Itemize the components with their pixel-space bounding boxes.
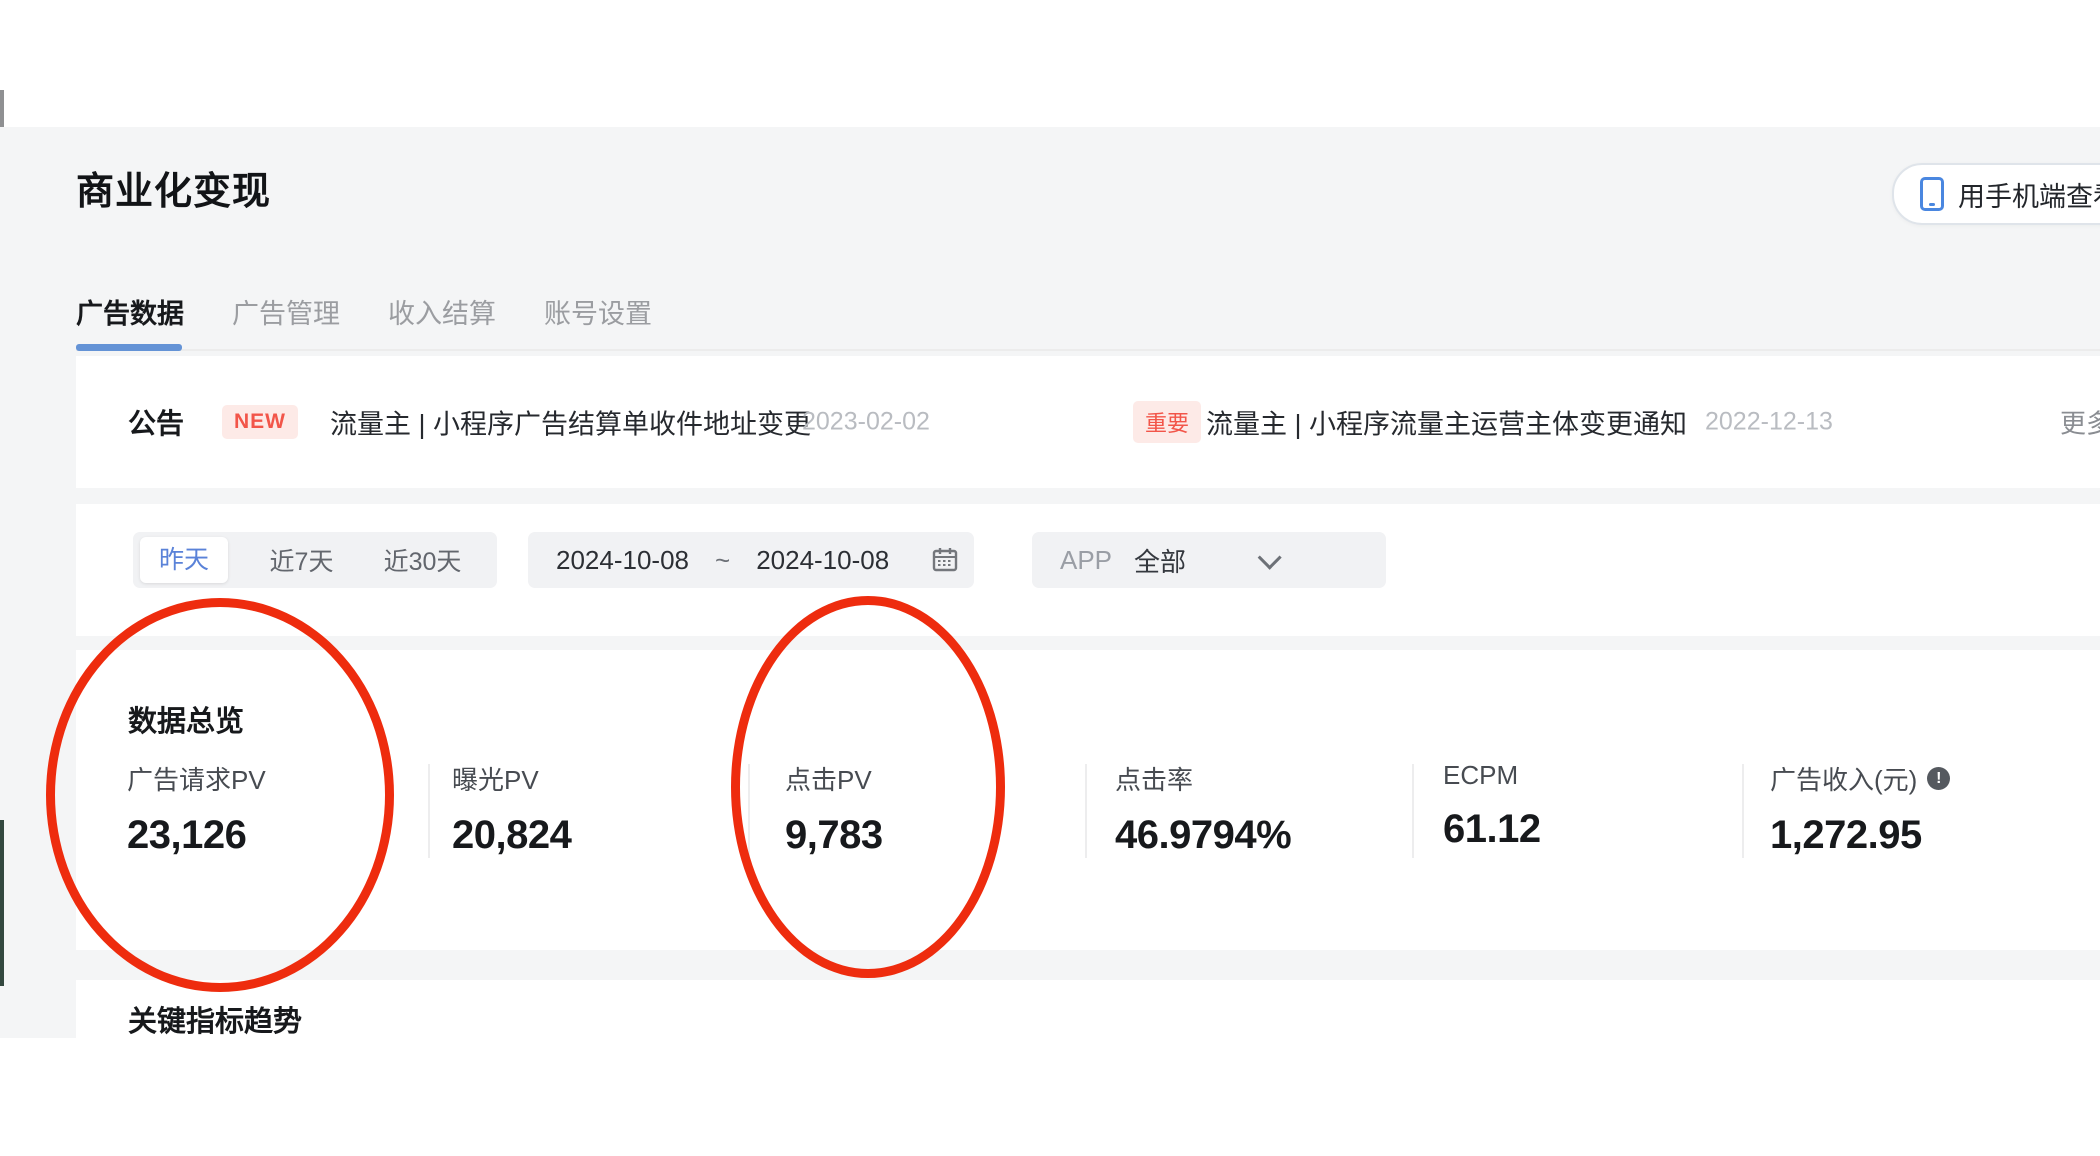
metric-label: ECPM [1443, 760, 1519, 790]
metric-ad-revenue: 广告收入(元) ! 1,272.95 [1770, 760, 1951, 858]
metric-label: 点击PV [785, 765, 872, 795]
badge-new: NEW [222, 405, 298, 439]
tab-bar: 广告数据 广告管理 收入结算 账号设置 [76, 292, 652, 331]
metric-divider [1412, 764, 1414, 858]
metric-divider [428, 764, 430, 858]
date-range-picker[interactable]: 2024-10-08 ~ 2024-10-08 [528, 532, 974, 588]
metric-value: 20,824 [452, 813, 572, 857]
chevron-down-icon [1257, 545, 1282, 570]
active-tab-indicator [76, 344, 182, 351]
info-icon[interactable]: ! [1927, 767, 1951, 790]
announcement-date: 2023-02-02 [802, 407, 930, 436]
overview-title: 数据总览 [128, 706, 245, 738]
metric-value: 46.9794% [1115, 813, 1292, 857]
screen-edge-artifact [0, 90, 4, 127]
screen-edge-artifact [0, 820, 4, 986]
app-filter-select[interactable]: APP 全部 [1032, 532, 1386, 588]
announcement-bar: 公告 NEW 流量主 | 小程序广告结算单收件地址变更 2023-02-02 重… [76, 356, 2100, 488]
range-30days-option[interactable]: 近30天 [362, 542, 483, 578]
monetization-dashboard: 商业化变现 用手机端查看数据 广告数据 广告管理 收入结算 账号设置 公告 NE… [0, 0, 2100, 1156]
metric-divider [1742, 764, 1744, 858]
date-range-start: 2024-10-08 [556, 544, 689, 575]
trend-title: 关键指标趋势 [128, 1006, 303, 1038]
tab-revenue-settlement[interactable]: 收入结算 [388, 292, 496, 331]
app-filter-label: APP [1060, 544, 1113, 575]
filter-bar: 昨天 近7天 近30天 2024-10-08 ~ 2024-10-08 APP [76, 504, 2100, 636]
metric-ad-request-pv: 广告请求PV 23,126 [127, 760, 266, 858]
metric-impression-pv: 曝光PV 20,824 [452, 760, 572, 858]
data-overview-card: 数据总览 广告请求PV 23,126 曝光PV 20,824 点击PV 9,78… [76, 650, 2100, 950]
metric-click-rate: 点击率 46.9794% [1115, 760, 1292, 858]
metric-divider [1085, 764, 1087, 858]
metric-label: 点击率 [1115, 765, 1194, 795]
date-range-end: 2024-10-08 [756, 544, 890, 575]
key-trend-section: 关键指标趋势 [76, 980, 2100, 1156]
tab-ad-data[interactable]: 广告数据 [76, 292, 184, 331]
metric-value: 9,783 [785, 813, 883, 857]
more-announcements-link[interactable]: 更多 [2060, 404, 2100, 441]
range-yesterday-option[interactable]: 昨天 [140, 537, 228, 583]
range-7days-option[interactable]: 近7天 [241, 542, 362, 578]
badge-important: 重要 [1133, 401, 1202, 443]
date-quick-range-segmented-control: 昨天 近7天 近30天 [133, 532, 497, 588]
metric-value: 23,126 [127, 813, 247, 857]
date-range-separator: ~ [715, 544, 731, 575]
announcement-link[interactable]: 流量主 | 小程序流量主运营主体变更通知 [1206, 403, 1687, 442]
tab-account-settings[interactable]: 账号设置 [544, 292, 652, 331]
app-filter-value: 全部 [1134, 546, 1187, 577]
announcement-date: 2022-12-13 [1705, 407, 1833, 436]
view-on-mobile-button[interactable]: 用手机端查看数据 [1892, 163, 2100, 225]
announcement-title: 公告 [128, 408, 185, 439]
tabbar-divider [76, 349, 2100, 351]
metric-divider [748, 764, 750, 858]
metric-ecpm: ECPM 61.12 [1443, 760, 1541, 852]
view-on-mobile-label: 用手机端查看数据 [1958, 181, 2100, 212]
calendar-icon [931, 546, 959, 574]
metric-click-pv: 点击PV 9,783 [785, 760, 883, 858]
phone-icon [1920, 177, 1944, 211]
metric-label: 广告收入(元) [1770, 765, 1918, 795]
page-title: 商业化变现 [76, 171, 272, 213]
metric-label: 曝光PV [452, 765, 539, 795]
tab-ad-management[interactable]: 广告管理 [232, 292, 340, 331]
metric-value: 61.12 [1443, 807, 1541, 851]
metric-value: 1,272.95 [1770, 813, 1922, 857]
announcement-link[interactable]: 流量主 | 小程序广告结算单收件地址变更 [330, 403, 811, 442]
metric-label: 广告请求PV [127, 765, 266, 795]
